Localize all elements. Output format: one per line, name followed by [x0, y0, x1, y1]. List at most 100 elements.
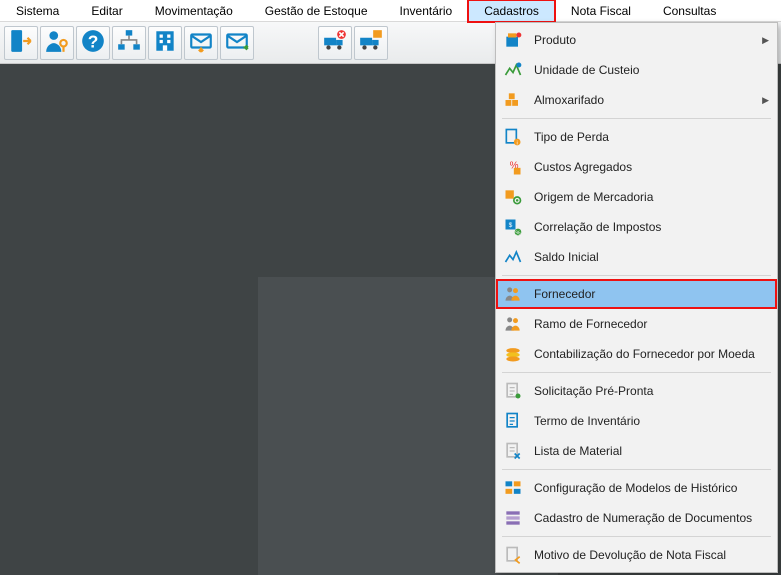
toolbar-user-button[interactable] [40, 26, 74, 60]
dd-separator [502, 469, 771, 470]
supplier-currency-icon [502, 343, 524, 365]
dd-label: Lista de Material [534, 444, 769, 458]
dd-label: Saldo Inicial [534, 250, 769, 264]
menubar: Sistema Editar Movimentação Gestão de Es… [0, 0, 781, 22]
submenu-arrow-icon: ▶ [762, 95, 769, 106]
toolbar-exit-button[interactable] [4, 26, 38, 60]
material-list-icon [502, 440, 524, 462]
org-chart-icon [116, 28, 142, 57]
cadastros-dropdown: Produto ▶ Unidade de Custeio Almoxarifad… [495, 22, 778, 573]
dd-item-fornecedor[interactable]: Fornecedor [496, 279, 777, 309]
menu-cadastros-label: Cadastros [484, 4, 539, 18]
dd-separator [502, 536, 771, 537]
menu-inventario[interactable]: Inventário [384, 0, 469, 22]
toolbar-building-button[interactable] [148, 26, 182, 60]
dd-label: Correlação de Impostos [534, 220, 769, 234]
app-root: Sistema Editar Movimentação Gestão de Es… [0, 0, 781, 575]
dd-item-termo-inventario[interactable]: Termo de Inventário [496, 406, 777, 436]
dd-item-saldo-inicial[interactable]: Saldo Inicial [496, 242, 777, 272]
submenu-arrow-icon: ▶ [762, 35, 769, 46]
dd-item-custos-agregados[interactable]: % Custos Agregados [496, 152, 777, 182]
menu-gestao-estoque-label: Gestão de Estoque [265, 4, 368, 18]
menu-consultas-label: Consultas [663, 4, 716, 18]
dd-label: Cadastro de Numeração de Documentos [534, 511, 769, 525]
dd-label: Unidade de Custeio [534, 63, 769, 77]
dd-item-produto[interactable]: Produto ▶ [496, 25, 777, 55]
dd-item-ramo-fornecedor[interactable]: Ramo de Fornecedor [496, 309, 777, 339]
svg-text:i: i [517, 141, 518, 147]
toolbar-inbox-button[interactable] [184, 26, 218, 60]
truck-box-icon [358, 28, 384, 57]
user-key-icon [44, 28, 70, 57]
toolbar-truck-box-button[interactable] [354, 26, 388, 60]
dd-separator [502, 372, 771, 373]
dd-label: Origem de Mercadoria [534, 190, 769, 204]
toolbar-outbox-button[interactable] [220, 26, 254, 60]
dd-item-contab-fornecedor-moeda[interactable]: Contabilização do Fornecedor por Moeda [496, 339, 777, 369]
dd-label: Ramo de Fornecedor [534, 317, 769, 331]
dd-label: Tipo de Perda [534, 130, 769, 144]
menu-nota-fiscal[interactable]: Nota Fiscal [555, 0, 647, 22]
initial-balance-icon [502, 246, 524, 268]
warehouse-icon [502, 89, 524, 111]
menu-gestao-estoque[interactable]: Gestão de Estoque [249, 0, 384, 22]
dd-label: Termo de Inventário [534, 414, 769, 428]
supplier-icon [502, 283, 524, 305]
dd-label: Produto [534, 33, 752, 47]
cost-unit-icon [502, 59, 524, 81]
return-reason-icon [502, 544, 524, 566]
svg-text:$: $ [509, 222, 513, 229]
dd-label: Fornecedor [534, 287, 769, 301]
dd-label: Almoxarifado [534, 93, 752, 107]
mail-out-icon [224, 28, 250, 57]
dd-item-tipo-perda[interactable]: i Tipo de Perda [496, 122, 777, 152]
menu-editar-label: Editar [91, 4, 122, 18]
history-model-icon [502, 477, 524, 499]
inventory-term-icon [502, 410, 524, 432]
menu-sistema[interactable]: Sistema [0, 0, 75, 22]
menu-sistema-label: Sistema [16, 4, 59, 18]
menu-movimentacao[interactable]: Movimentação [139, 0, 249, 22]
dd-item-almoxarifado[interactable]: Almoxarifado ▶ [496, 85, 777, 115]
doc-numbering-icon [502, 507, 524, 529]
dd-item-motivo-devolucao-nf[interactable]: Motivo de Devolução de Nota Fiscal [496, 540, 777, 570]
dd-item-unidade-custeio[interactable]: Unidade de Custeio [496, 55, 777, 85]
toolbar-truck-cancel-button[interactable] [318, 26, 352, 60]
door-exit-icon [8, 28, 34, 57]
building-icon [152, 28, 178, 57]
toolbar-help-button[interactable]: ? [76, 26, 110, 60]
menu-nota-fiscal-label: Nota Fiscal [571, 4, 631, 18]
dd-item-config-modelos-historico[interactable]: Configuração de Modelos de Histórico [496, 473, 777, 503]
menu-inventario-label: Inventário [400, 4, 453, 18]
menu-cadastros[interactable]: Cadastros [468, 0, 555, 22]
help-icon: ? [80, 28, 106, 57]
toolbar-org-button[interactable] [112, 26, 146, 60]
dd-separator [502, 275, 771, 276]
toolbar-group-1: ? [4, 26, 254, 60]
toolbar-group-2 [318, 26, 388, 60]
dd-label: Contabilização do Fornecedor por Moeda [534, 347, 769, 361]
dd-item-cadastro-numeracao-documentos[interactable]: Cadastro de Numeração de Documentos [496, 503, 777, 533]
supplier-branch-icon [502, 313, 524, 335]
product-icon [502, 29, 524, 51]
goods-origin-icon [502, 186, 524, 208]
tax-correlation-icon: $% [502, 216, 524, 238]
dd-item-solicitacao-pre-pronta[interactable]: Solicitação Pré-Pronta [496, 376, 777, 406]
dd-item-origem-mercadoria[interactable]: Origem de Mercadoria [496, 182, 777, 212]
dd-label: Motivo de Devolução de Nota Fiscal [534, 548, 769, 562]
dd-item-lista-material[interactable]: Lista de Material [496, 436, 777, 466]
menu-movimentacao-label: Movimentação [155, 4, 233, 18]
mail-in-icon [188, 28, 214, 57]
aggregate-cost-icon: % [502, 156, 524, 178]
svg-text:%: % [515, 231, 520, 237]
loss-type-icon: i [502, 126, 524, 148]
dd-label: Configuração de Modelos de Histórico [534, 481, 769, 495]
dd-separator [502, 118, 771, 119]
dd-item-correlacao-impostos[interactable]: $% Correlação de Impostos [496, 212, 777, 242]
menu-consultas[interactable]: Consultas [647, 0, 732, 22]
prerequest-icon [502, 380, 524, 402]
menu-editar[interactable]: Editar [75, 0, 138, 22]
truck-cancel-icon [322, 28, 348, 57]
dd-label: Custos Agregados [534, 160, 769, 174]
svg-text:?: ? [88, 32, 99, 52]
